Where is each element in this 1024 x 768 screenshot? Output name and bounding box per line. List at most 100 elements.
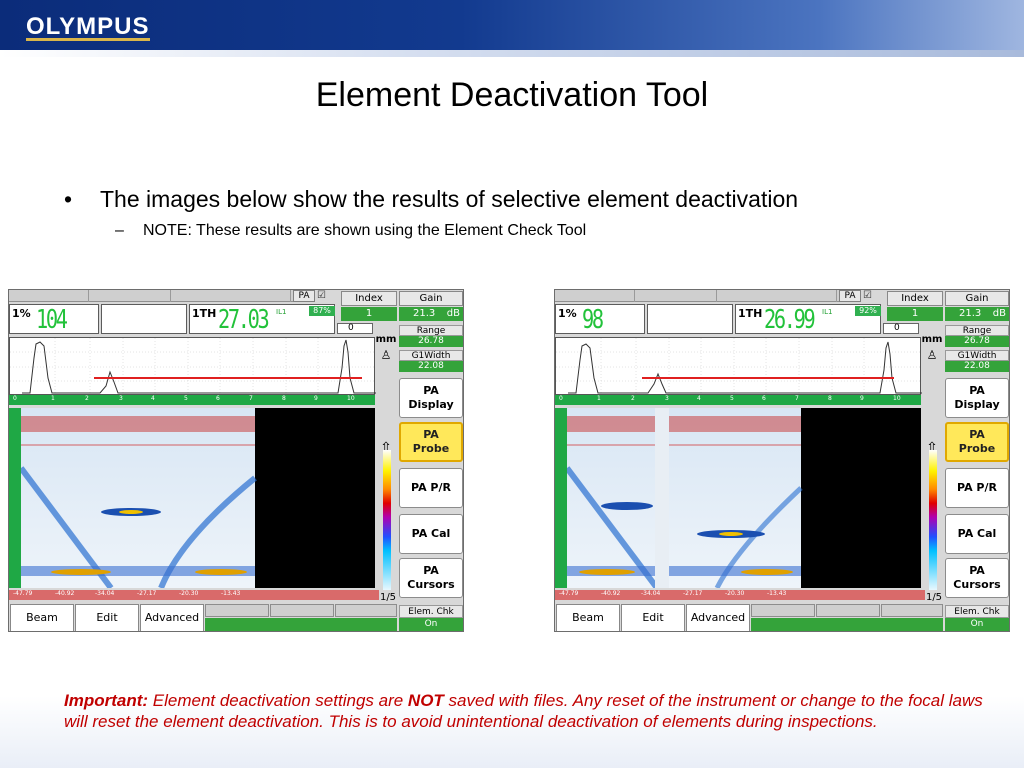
thickness-value: 27.03 xyxy=(218,305,270,335)
bscan-ruler: -47.79 -40.92 -34.04 -27.17 -20.30 -13.43 xyxy=(9,590,379,600)
tab-advanced[interactable]: Advanced xyxy=(140,604,204,631)
range-label: Range xyxy=(399,325,463,336)
zero-field[interactable]: 0 xyxy=(337,323,373,334)
units-label: mm xyxy=(921,334,943,345)
tab-edit[interactable]: Edit xyxy=(621,604,685,631)
gain-unit: dB xyxy=(446,308,460,319)
tab-empty-3[interactable] xyxy=(335,604,397,617)
gain-number: 21.3 xyxy=(959,308,982,319)
bullet-marker: • xyxy=(64,186,73,212)
check-icon: ☑ xyxy=(863,290,872,301)
range-value[interactable]: 26.78 xyxy=(945,336,1009,347)
tab-beam[interactable]: Beam xyxy=(10,604,74,631)
tab-beam[interactable]: Beam xyxy=(556,604,620,631)
menu-pa-cal[interactable]: PA Cal xyxy=(945,514,1009,554)
tab-empty-2[interactable] xyxy=(270,604,334,617)
tab-empty-3[interactable] xyxy=(881,604,943,617)
menu-pa-cursors[interactable]: PA Cursors xyxy=(945,558,1009,598)
gain-header: Gain xyxy=(945,291,1009,306)
amplitude-value: 98 xyxy=(582,305,604,335)
elem-chk-value[interactable]: On xyxy=(399,618,463,631)
index-value[interactable]: 1 xyxy=(887,307,943,321)
color-palette-bar xyxy=(929,450,937,590)
ascan-waveform xyxy=(556,338,922,396)
header-bar xyxy=(0,0,1024,57)
index-header: Index xyxy=(887,291,943,306)
menu-pa-probe[interactable]: PA Probe xyxy=(945,422,1009,462)
gain-number: 21.3 xyxy=(413,308,436,319)
header-stripe xyxy=(0,50,1024,57)
logo-underline xyxy=(26,38,150,41)
gwidth-label: G1Width xyxy=(945,350,1009,361)
menu-pa-pr[interactable]: PA P/R xyxy=(399,468,463,508)
index-header: Index xyxy=(341,291,397,306)
tab-edit[interactable]: Edit xyxy=(75,604,139,631)
index-value[interactable]: 1 xyxy=(341,307,397,321)
elem-chk-value[interactable]: On xyxy=(945,618,1009,631)
thickness-label: 1TH xyxy=(738,307,763,320)
amplitude-label: 1% xyxy=(12,307,31,320)
bscan-view xyxy=(564,408,921,590)
brand-logo: OLYMPUS xyxy=(26,13,150,40)
bscan-image xyxy=(564,408,803,590)
menu-pa-probe[interactable]: PA Probe xyxy=(399,422,463,462)
gain-unit: dB xyxy=(992,308,1006,319)
amplitude-readout: 1% 98 xyxy=(555,304,645,335)
percent-badge: 92% xyxy=(855,306,881,316)
pa-tab: PA xyxy=(293,290,315,302)
bscan-image xyxy=(18,408,257,590)
elem-chk-label: Elem. Chk xyxy=(399,605,463,618)
sub-bullet-item: – NOTE: These results are shown using the… xyxy=(115,222,586,240)
tab-empty-1[interactable] xyxy=(205,604,269,617)
bullet-text: The images below show the results of sel… xyxy=(100,186,799,212)
tab-advanced[interactable]: Advanced xyxy=(686,604,750,631)
bscan-y-axis xyxy=(9,408,21,588)
range-label: Range xyxy=(945,325,1009,336)
ascan-ruler: 0123 4567 8 9 10 xyxy=(9,395,375,405)
page-indicator: 1/5 xyxy=(379,592,397,603)
tab-empty-1[interactable] xyxy=(751,604,815,617)
ascan-ruler: 0123 4567 8 9 10 xyxy=(555,395,921,405)
range-value[interactable]: 26.78 xyxy=(399,336,463,347)
amplitude-value: 104 xyxy=(36,305,68,335)
check-icon: ☑ xyxy=(317,290,326,301)
thickness-label: 1TH xyxy=(192,307,217,320)
page-indicator: 1/5 xyxy=(925,592,943,603)
note-lead: Important: xyxy=(64,691,149,710)
tab-status-strip xyxy=(751,618,943,631)
color-palette-bar xyxy=(383,450,391,590)
gwidth-value[interactable]: 22.08 xyxy=(945,361,1009,372)
ascan-view xyxy=(9,337,376,396)
il-label: IL1 xyxy=(276,308,287,316)
thickness-value: 26.99 xyxy=(764,305,816,335)
il-label: IL1 xyxy=(822,308,833,316)
menu-pa-cal[interactable]: PA Cal xyxy=(399,514,463,554)
gain-header: Gain xyxy=(399,291,463,306)
ascan-waveform xyxy=(10,338,376,396)
person-icon: ♙ xyxy=(926,348,938,362)
note-part1: Element deactivation settings are xyxy=(148,691,408,710)
gain-value[interactable]: 21.3 dB xyxy=(399,307,463,321)
top-status-strip xyxy=(9,290,299,302)
amplitude-readout: 1% 104 xyxy=(9,304,99,335)
empty-readout xyxy=(101,304,187,334)
sub-bullet-text: NOTE: These results are shown using the … xyxy=(143,222,587,239)
amplitude-label: 1% xyxy=(558,307,577,320)
menu-pa-display[interactable]: PA Display xyxy=(945,378,1009,418)
bscan-ruler: -47.79 -40.92 -34.04 -27.17 -20.30 -13.43 xyxy=(555,590,925,600)
menu-pa-cursors[interactable]: PA Cursors xyxy=(399,558,463,598)
pa-tab: PA xyxy=(839,290,861,302)
gain-value[interactable]: 21.3 dB xyxy=(945,307,1009,321)
gwidth-label: G1Width xyxy=(399,350,463,361)
units-label: mm xyxy=(375,334,397,345)
person-icon: ♙ xyxy=(380,348,392,362)
instrument-screenshot-left: PA ☑ 1% 104 1TH 27.03 IL1 87% 0 Index Ga… xyxy=(8,289,464,632)
zero-field[interactable]: 0 xyxy=(883,323,919,334)
ascan-view xyxy=(555,337,922,396)
menu-pa-pr[interactable]: PA P/R xyxy=(945,468,1009,508)
elem-chk-label: Elem. Chk xyxy=(945,605,1009,618)
gwidth-value[interactable]: 22.08 xyxy=(399,361,463,372)
bscan-y-axis xyxy=(555,408,567,588)
menu-pa-display[interactable]: PA Display xyxy=(399,378,463,418)
tab-empty-2[interactable] xyxy=(816,604,880,617)
